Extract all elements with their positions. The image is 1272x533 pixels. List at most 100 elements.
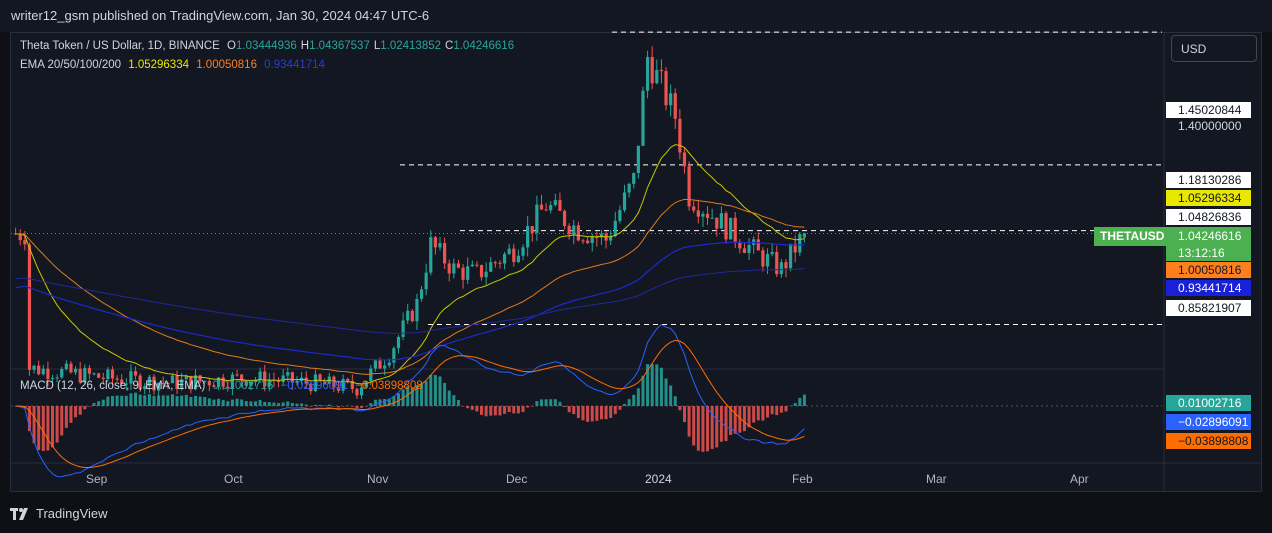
- macd-histogram-bar: [678, 406, 682, 411]
- candle-body: [415, 298, 419, 322]
- macd-histogram-bar: [650, 363, 654, 406]
- price-tag-high: 1.45020844: [1166, 102, 1251, 118]
- candle-body: [729, 217, 733, 240]
- candle-body: [493, 262, 497, 264]
- candle-body: [258, 371, 262, 380]
- candle-body: [549, 205, 553, 211]
- macd-histogram-bar: [507, 406, 511, 413]
- symbol-title: Theta Token / US Dollar, 1D, BINANCE: [20, 40, 220, 52]
- candle-body: [470, 264, 474, 267]
- symbol-tag: THETAUSD: [1094, 227, 1166, 246]
- candle-body: [590, 236, 594, 244]
- ema100-line: [15, 241, 805, 361]
- candle-body: [622, 192, 627, 211]
- macd-histogram-bar: [323, 405, 327, 407]
- candle-body: [742, 248, 747, 253]
- candle-body: [770, 252, 774, 255]
- macd-histogram-bar: [696, 406, 700, 451]
- macd-histogram-bar: [539, 399, 543, 406]
- candle-body: [558, 200, 562, 211]
- macd-histogram-bar: [152, 395, 156, 406]
- macd-histogram-bar: [37, 406, 41, 451]
- candle-body: [572, 225, 576, 235]
- macd-histogram-bar: [74, 406, 78, 418]
- macd-histogram-bar: [180, 395, 184, 406]
- candle-body: [46, 368, 50, 379]
- currency-button[interactable]: USD: [1171, 35, 1257, 62]
- candle-body: [461, 267, 465, 280]
- macd-histogram-bar: [701, 406, 705, 452]
- macd-histogram-bar: [618, 406, 622, 410]
- candle-body: [429, 237, 433, 273]
- macd-histogram-bar: [724, 406, 728, 442]
- candle-body: [632, 173, 636, 184]
- candle-body: [479, 265, 484, 278]
- macd-histogram-bar: [789, 405, 793, 407]
- macd-tag-macd: 0.01002716: [1166, 395, 1251, 411]
- macd-histogram-bar: [258, 400, 262, 406]
- macd-histogram-bar: [770, 406, 774, 415]
- macd-value: 0.01002716: [212, 380, 274, 392]
- macd-histogram-bar: [217, 398, 221, 406]
- macd-histogram-bar: [664, 378, 668, 406]
- macd-histogram-bar: [166, 395, 170, 406]
- macd-histogram-bar: [632, 394, 636, 406]
- macd-histogram-bar: [779, 406, 783, 413]
- price-tag-last: 1.04246616 13:12:16: [1166, 227, 1251, 261]
- macd-histogram-bar: [203, 397, 207, 406]
- macd-histogram-bar: [332, 405, 336, 407]
- macd-histogram-bar: [337, 406, 341, 408]
- macd-histogram-bar: [170, 394, 174, 406]
- price-tag-ema50: 1.00050816: [1166, 262, 1251, 278]
- macd-histogram-bar: [521, 406, 525, 412]
- macd-histogram-bar: [793, 403, 797, 406]
- candle-body: [705, 213, 710, 218]
- candle-body: [443, 243, 447, 264]
- ema20-value: 1.05296334: [128, 59, 189, 71]
- macd-histogram-bar: [484, 406, 488, 417]
- macd-histogram-bar: [355, 406, 359, 409]
- time-label-nov: Nov: [367, 472, 389, 486]
- candle-body: [567, 225, 571, 235]
- candle-body: [747, 244, 751, 253]
- macd-label: MACD (12, 26, close, 9, EMA, EMA): [20, 380, 206, 392]
- macd-histogram-bar: [747, 406, 751, 428]
- macd-histogram-bar: [51, 406, 55, 448]
- candle-body: [715, 217, 719, 229]
- macd-histogram-bar: [281, 402, 285, 406]
- candle-body: [659, 69, 664, 72]
- macd-histogram-bar: [207, 398, 211, 406]
- macd-histogram-bar: [623, 403, 627, 406]
- tradingview-logo[interactable]: TradingView: [10, 506, 108, 521]
- candle-body: [530, 226, 534, 233]
- macd-histogram-bar: [110, 395, 114, 406]
- macd-histogram-bar: [157, 395, 161, 406]
- candle-body: [41, 368, 45, 375]
- candle-body: [424, 272, 428, 290]
- macd-histogram-bar: [115, 395, 119, 406]
- macd-histogram-bar: [766, 406, 770, 418]
- candle-body: [401, 320, 405, 337]
- macd-histogram-bar: [659, 367, 663, 406]
- macd-histogram-bar: [503, 406, 507, 414]
- macd-histogram-bar: [761, 406, 765, 421]
- candle-body: [682, 152, 687, 167]
- candle-body: [788, 243, 793, 269]
- price-chart[interactable]: [0, 0, 1272, 533]
- macd-histogram-bar: [106, 396, 110, 406]
- candle-body: [92, 373, 96, 375]
- time-label-oct: Oct: [224, 472, 243, 486]
- macd-histogram-bar: [673, 396, 677, 406]
- candle-body: [553, 200, 557, 206]
- macd-histogram-bar: [604, 406, 608, 420]
- ema-legend: EMA 20/50/100/200 1.05296334 1.00050816 …: [20, 59, 329, 71]
- macd-tag-histogram: −0.03898808: [1166, 433, 1251, 449]
- macd-histogram-bar: [221, 400, 225, 406]
- candle-body: [392, 348, 396, 363]
- macd-histogram-bar: [129, 393, 133, 406]
- macd-histogram-bar: [798, 397, 802, 406]
- macd-histogram-bar: [120, 395, 124, 406]
- candle-body: [419, 289, 424, 299]
- ohlc-h: H1.04367537: [300, 40, 370, 52]
- candle-body: [627, 183, 631, 193]
